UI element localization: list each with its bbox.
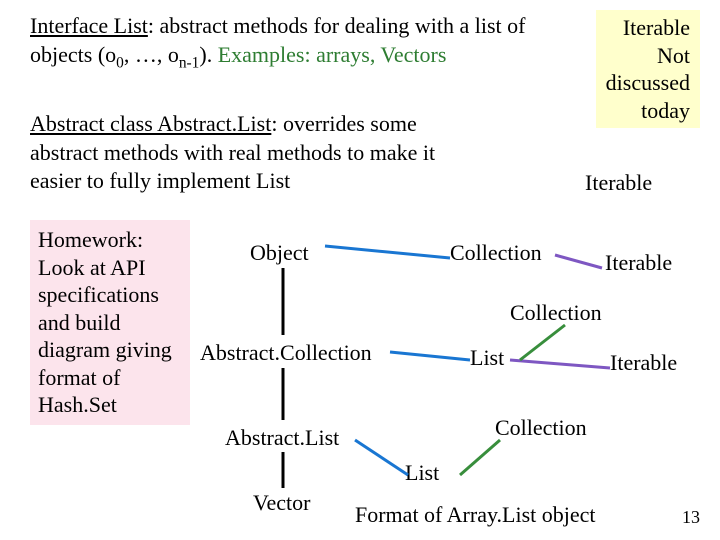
iterable-box-line: Not [606,42,690,70]
label-list: List [405,460,439,486]
homework-line: Homework: [38,226,182,254]
homework-line: Look at API [38,254,182,282]
paragraph-abstract-list: Abstract class Abstract.List: overrides … [30,110,480,196]
homework-line: and build [38,309,182,337]
label-iterable: Iterable [585,170,652,196]
node-vector: Vector [253,490,310,516]
node-abstract-list: Abstract.List [225,425,339,451]
label-collection: Collection [450,240,542,266]
iterable-box-line: Iterable [606,14,690,42]
node-abstract-collection: Abstract.Collection [200,340,372,366]
iterable-box-line: discussed [606,69,690,97]
label-list: List [470,345,504,371]
label-collection: Collection [495,415,587,441]
homework-line: diagram giving [38,336,182,364]
homework-line: format of [38,364,182,392]
page-number: 13 [682,507,700,528]
examples-text: Examples: arrays, Vectors [218,42,447,67]
format-label: Format of Array.List object [355,502,596,528]
homework-line: specifications [38,281,182,309]
node-object: Object [250,240,309,266]
interface-list-title: Interface List [30,13,148,38]
label-iterable: Iterable [605,250,672,276]
label-collection: Collection [510,300,602,326]
paragraph-interface-list: Interface List: abstract methods for dea… [30,12,570,73]
iterable-note-box: Iterable Not discussed today [596,10,700,128]
homework-line: Hash.Set [38,391,182,419]
label-iterable: Iterable [610,350,677,376]
abstract-list-title: Abstract class Abstract.List [30,111,271,136]
homework-box: Homework: Look at API specifications and… [30,220,190,425]
iterable-box-line: today [606,97,690,125]
